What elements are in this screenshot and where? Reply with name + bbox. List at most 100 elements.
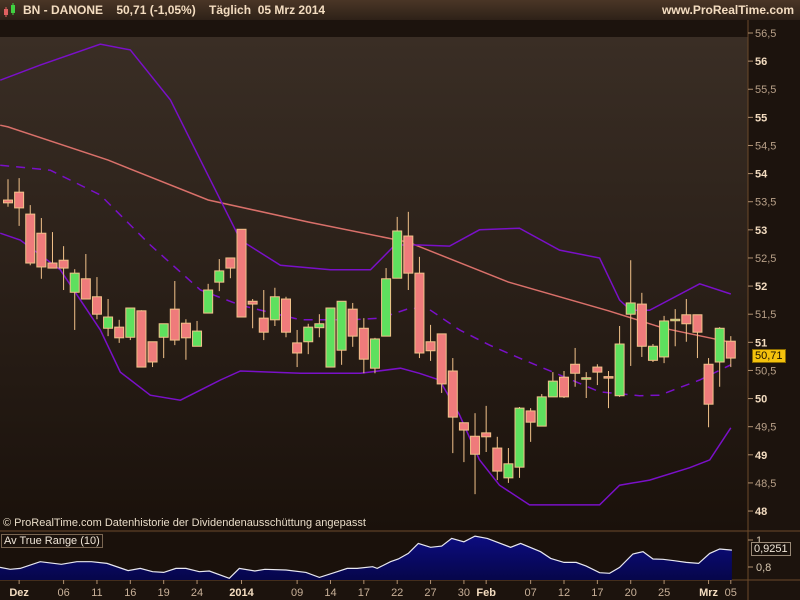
candle-body	[225, 257, 236, 269]
y-tick-label: 54,5	[755, 140, 776, 152]
candle-body	[570, 363, 581, 374]
candle-body	[603, 376, 614, 379]
candle-body	[681, 314, 692, 325]
x-tick-label: 2014	[229, 587, 254, 599]
y-tick-label: 53,5	[755, 197, 776, 209]
x-tick-label: Dez	[9, 587, 29, 599]
candle-up	[514, 406, 525, 478]
candle-body	[58, 259, 69, 269]
y-tick-label: 56	[755, 56, 767, 68]
candle-body	[69, 272, 80, 293]
candle-body	[369, 338, 380, 369]
candle-body	[536, 396, 547, 427]
x-tick-label: 25	[658, 587, 670, 599]
x-tick-label: 20	[625, 587, 637, 599]
candle-body	[514, 407, 525, 468]
candle-body	[258, 317, 269, 333]
candle-body	[47, 262, 58, 269]
candle-body	[136, 310, 147, 368]
candle-body	[447, 370, 458, 418]
candle-body	[336, 300, 347, 351]
candle-body	[414, 272, 425, 354]
candle-body	[281, 298, 291, 333]
y-tick-label: 50	[755, 394, 767, 406]
candle-body	[659, 320, 670, 358]
candle-body	[192, 330, 203, 347]
candle-body	[436, 333, 447, 385]
candle-down	[25, 205, 36, 266]
y-tick-label: 54	[755, 169, 768, 181]
candle-body	[347, 308, 358, 337]
x-tick-label: 24	[191, 587, 203, 599]
y-tick-label: 51	[755, 337, 767, 349]
candle-body	[492, 447, 503, 472]
candle-body	[114, 326, 125, 339]
x-tick-label: 12	[558, 587, 570, 599]
y-tick-label: 49,5	[755, 422, 776, 434]
candle-body	[547, 380, 558, 398]
y-tick-label: 49	[755, 450, 767, 462]
x-tick-label: 05	[725, 587, 737, 599]
candle-body	[303, 326, 314, 343]
x-tick-label: 14	[324, 587, 336, 599]
y-tick-label: 48,5	[755, 478, 776, 490]
atr-last-value-badge: 0,9251	[751, 542, 791, 556]
candle-body	[314, 323, 325, 329]
x-tick-label: 07	[525, 587, 537, 599]
candle-body	[503, 463, 514, 479]
candle-body	[91, 296, 102, 315]
candle-body	[14, 191, 25, 209]
x-tick-label: 27	[424, 587, 436, 599]
candle-body	[392, 230, 403, 279]
candle-body	[247, 300, 258, 305]
candle-up	[647, 344, 658, 363]
y-tick-label: 52,5	[755, 253, 776, 265]
x-tick-label: Feb	[476, 587, 496, 599]
candle-body	[214, 270, 225, 283]
candle-body	[36, 232, 47, 268]
price-chart[interactable]: 56,5 56 55,5 55 54,5 54 53,5 53 52,5 52 51,5 51 50,5…	[0, 0, 800, 600]
candle-body	[103, 316, 114, 329]
candle-body	[169, 308, 180, 341]
candle-body	[647, 345, 658, 361]
candle-body	[125, 307, 136, 338]
candle-body	[725, 340, 736, 359]
candle-body	[236, 228, 247, 318]
x-tick-label: 17	[358, 587, 370, 599]
x-tick-label: Mrz	[699, 587, 718, 599]
candle-body	[358, 327, 369, 360]
x-tick-label: 09	[291, 587, 303, 599]
candle-body	[636, 303, 647, 347]
candle-up	[536, 394, 547, 427]
attribution-text: © ProRealTime.com Datenhistorie der Divi…	[3, 517, 366, 529]
candle-body	[592, 366, 603, 373]
x-tick-label: 17	[591, 587, 603, 599]
x-tick-label: 16	[124, 587, 136, 599]
candle-body	[158, 323, 169, 338]
candle-body	[525, 410, 536, 423]
candle-body	[692, 314, 703, 333]
candle-body	[203, 289, 214, 314]
x-tick-label: 11	[91, 587, 102, 599]
candle-body	[403, 235, 414, 274]
y-tick-label: 50,5	[755, 365, 776, 377]
candle-body	[703, 363, 714, 405]
x-tick-label: 22	[391, 587, 403, 599]
candle-body	[25, 213, 36, 264]
last-price-badge: 50,71	[752, 349, 786, 363]
price-panel-background	[0, 37, 748, 530]
atr-y-tick-label: 0,8	[756, 562, 771, 574]
candle-body	[470, 435, 481, 455]
candle-up	[325, 307, 336, 368]
candle-down	[136, 310, 147, 368]
atr-indicator-label[interactable]: Av True Range (10)	[1, 534, 103, 548]
x-tick-label: 19	[158, 587, 170, 599]
candle-body	[3, 199, 13, 204]
candle-body	[269, 296, 280, 321]
y-tick-label: 48	[755, 506, 767, 518]
candle-down	[236, 228, 247, 318]
candle-body	[292, 342, 303, 354]
x-tick-label: 30	[458, 587, 470, 599]
candle-body	[180, 322, 191, 339]
candle-body	[147, 341, 158, 363]
